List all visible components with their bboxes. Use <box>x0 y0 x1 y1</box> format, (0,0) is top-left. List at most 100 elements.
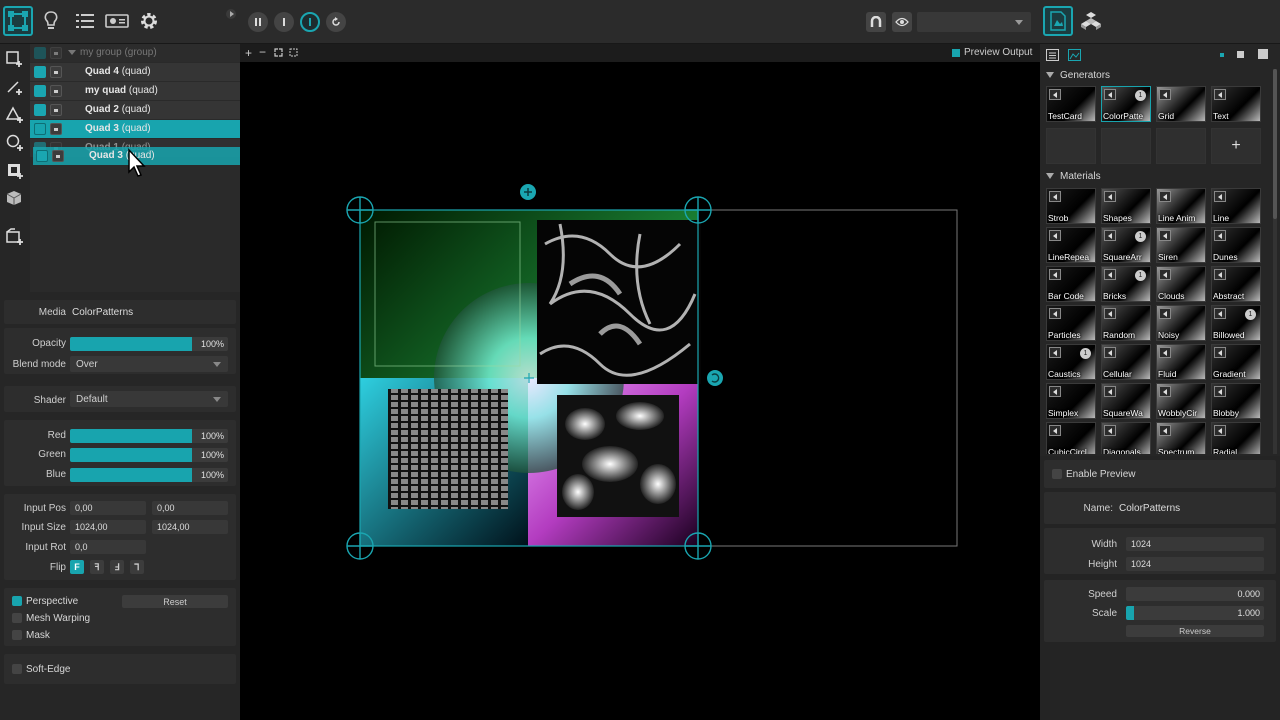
play-preview-icon[interactable] <box>1214 230 1226 241</box>
thumbnail-bar-code[interactable]: Bar Code <box>1046 266 1096 302</box>
play-preview-icon[interactable] <box>1214 308 1226 319</box>
play-preview-icon[interactable] <box>1159 191 1171 202</box>
projector-icon[interactable] <box>102 6 132 36</box>
blue-slider[interactable]: 100% <box>70 468 228 482</box>
thumbnail-squarewa[interactable]: SquareWa <box>1101 383 1151 419</box>
list-icon[interactable] <box>70 6 100 36</box>
soft-edge-checkbox[interactable] <box>12 664 22 674</box>
play-preview-icon[interactable] <box>1049 191 1061 202</box>
green-slider[interactable]: 100% <box>70 448 228 462</box>
thumbnail-testcard[interactable]: TestCard <box>1046 86 1096 122</box>
thumbnail-view-icon[interactable] <box>1068 49 1081 61</box>
mask-checkbox[interactable] <box>12 630 22 640</box>
chevron-down-icon[interactable] <box>68 50 76 55</box>
flip-none-button[interactable]: F <box>70 560 84 574</box>
group-row[interactable]: my group (group) <box>30 44 240 62</box>
play-preview-icon[interactable] <box>1214 425 1226 436</box>
lock-icon[interactable] <box>50 66 62 78</box>
thumbnail-clouds[interactable]: Clouds <box>1156 266 1206 302</box>
empty-slot[interactable] <box>1156 128 1206 164</box>
add-generator-button[interactable]: + <box>1211 128 1261 164</box>
red-slider[interactable]: 100% <box>70 429 228 443</box>
thumbnail-line-anim[interactable]: Line Anim <box>1156 188 1206 224</box>
add-line-icon[interactable] <box>4 76 26 98</box>
flip-horizontal-button[interactable]: ꟻ <box>90 560 104 574</box>
play-preview-icon[interactable] <box>1104 230 1116 241</box>
thumbnail-particles[interactable]: Particles <box>1046 305 1096 341</box>
thumbnail-caustics[interactable]: 1 Caustics <box>1046 344 1096 380</box>
play-preview-icon[interactable] <box>1159 347 1171 358</box>
add-mask-icon[interactable] <box>4 160 26 182</box>
thumbnail-squarearr[interactable]: 1 SquareArr <box>1101 227 1151 263</box>
layer-row[interactable]: Quad 2 (quad) <box>30 101 240 119</box>
speed-slider[interactable]: 0.000 <box>1126 587 1264 601</box>
thumbnail-bricks[interactable]: 1 Bricks <box>1101 266 1151 302</box>
thumbnail-strob[interactable]: Strob <box>1046 188 1096 224</box>
height-field[interactable]: 1024 <box>1126 557 1264 571</box>
loop-icon[interactable] <box>326 12 346 32</box>
visibility-toggle[interactable] <box>34 85 46 97</box>
play-preview-icon[interactable] <box>1104 386 1116 397</box>
thumbnail-linerepea[interactable]: LineRepea <box>1046 227 1096 263</box>
rotate-handle-icon[interactable] <box>707 370 723 386</box>
collapse-arrow-icon[interactable] <box>226 9 236 19</box>
layer-row[interactable]: my quad (quad) <box>30 82 240 100</box>
lock-icon[interactable] <box>50 85 62 97</box>
thumbnail-random[interactable]: Random <box>1101 305 1151 341</box>
visibility-toggle[interactable] <box>34 104 46 116</box>
perspective-checkbox[interactable] <box>12 596 22 606</box>
play-preview-icon[interactable] <box>1214 347 1226 358</box>
flip-vertical-button[interactable]: Ⅎ <box>110 560 124 574</box>
thumbnail-siren[interactable]: Siren <box>1156 227 1206 263</box>
reset-button[interactable]: Reset <box>122 595 228 608</box>
magnet-icon[interactable] <box>866 12 886 32</box>
list-view-icon[interactable] <box>1046 49 1059 61</box>
layer-row[interactable]: Quad 4 (quad) <box>30 63 240 81</box>
thumbnail-grid[interactable]: Grid <box>1156 86 1206 122</box>
reverse-button[interactable]: Reverse <box>1126 625 1264 637</box>
play-preview-icon[interactable] <box>1104 269 1116 280</box>
thumbnail-text[interactable]: Text <box>1211 86 1261 122</box>
gear-icon[interactable] <box>134 6 164 36</box>
thumbnail-shapes[interactable]: Shapes <box>1101 188 1151 224</box>
play-icon[interactable] <box>300 12 320 32</box>
play-preview-icon[interactable] <box>1049 89 1061 100</box>
lightbulb-icon[interactable] <box>36 6 66 36</box>
empty-slot[interactable] <box>1046 128 1096 164</box>
thumbnail-simplex[interactable]: Simplex <box>1046 383 1096 419</box>
flip-both-button[interactable]: ⅂ <box>130 560 144 574</box>
play-preview-icon[interactable] <box>1159 230 1171 241</box>
play-preview-icon[interactable] <box>1104 425 1116 436</box>
size-medium-icon[interactable] <box>1237 51 1244 58</box>
mesh-warping-checkbox[interactable] <box>12 613 22 623</box>
size-small-icon[interactable] <box>1220 53 1224 57</box>
add-group-icon[interactable] <box>4 226 26 248</box>
play-preview-icon[interactable] <box>1104 347 1116 358</box>
library-scrollbar[interactable] <box>1273 69 1277 454</box>
blend-mode-select[interactable]: Over <box>70 356 228 372</box>
quad-mode-icon[interactable] <box>3 6 33 36</box>
thumbnail-line[interactable]: Line <box>1211 188 1261 224</box>
add-triangle-icon[interactable] <box>4 104 26 126</box>
play-preview-icon[interactable] <box>1159 89 1171 100</box>
lock-icon[interactable] <box>50 123 62 135</box>
input-rot-field[interactable]: 0,0 <box>70 540 146 554</box>
input-size-h-field[interactable]: 1024,00 <box>152 520 228 534</box>
thumbnail-diagonals[interactable]: Diagonals <box>1101 422 1151 454</box>
eye-icon[interactable] <box>892 12 912 32</box>
thumbnail-billowed[interactable]: 1 Billowed <box>1211 305 1261 341</box>
visibility-toggle[interactable] <box>34 123 46 135</box>
scale-slider[interactable]: 1.000 <box>1126 606 1264 620</box>
thumbnail-wobblycir[interactable]: WobblyCir <box>1156 383 1206 419</box>
pause-icon[interactable] <box>248 12 268 32</box>
play-preview-icon[interactable] <box>1049 308 1061 319</box>
generators-header[interactable]: Generators <box>1046 70 1110 84</box>
play-preview-icon[interactable] <box>1049 230 1061 241</box>
thumbnail-gradient[interactable]: Gradient <box>1211 344 1261 380</box>
play-preview-icon[interactable] <box>1214 191 1226 202</box>
play-preview-icon[interactable] <box>1049 269 1061 280</box>
opacity-slider[interactable]: 100% <box>70 337 228 351</box>
play-preview-icon[interactable] <box>1159 425 1171 436</box>
layer-row-selected[interactable]: Quad 3 (quad) <box>30 120 240 138</box>
media-tab-icon[interactable] <box>1043 6 1073 36</box>
